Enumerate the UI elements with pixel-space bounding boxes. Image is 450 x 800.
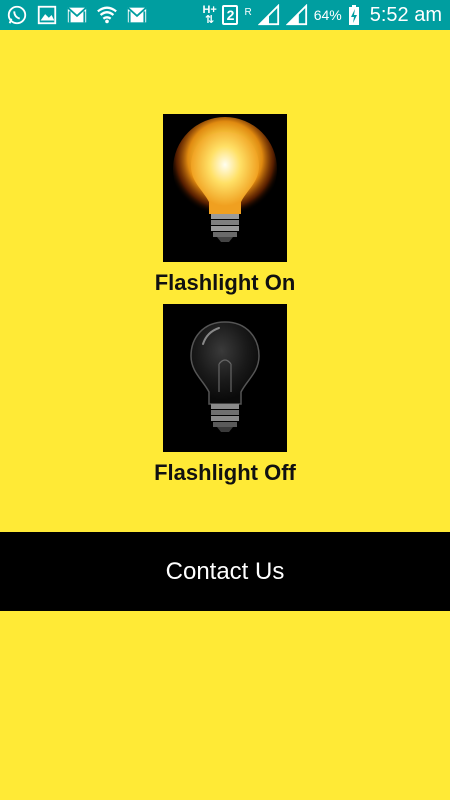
signal-icon xyxy=(285,4,308,26)
sim-slot-badge: 2 xyxy=(222,5,239,25)
unlit-bulb-icon xyxy=(190,321,260,432)
battery-percent: 64% xyxy=(313,7,342,23)
contact-us-button[interactable]: Contact Us xyxy=(0,532,450,611)
lit-bulb-icon xyxy=(173,117,277,242)
clock: 5:52 am xyxy=(369,3,442,26)
notification-icons xyxy=(0,4,148,26)
signal-icon xyxy=(257,4,280,26)
flashlight-on-button[interactable] xyxy=(163,114,287,262)
wifi-icon xyxy=(96,4,118,26)
network-type: H+ ⇅ xyxy=(202,4,217,26)
flashlight-off-button[interactable] xyxy=(163,304,287,452)
system-icons: H+ ⇅ 2 R 64% 5:52 am xyxy=(202,4,450,27)
battery-charging-icon xyxy=(348,4,360,26)
roaming-indicator: R xyxy=(244,6,252,18)
contact-us-label: Contact Us xyxy=(165,557,285,585)
gmail-icon xyxy=(126,4,148,26)
gallery-icon xyxy=(36,4,58,26)
flashlight-off-label: Flashlight Off xyxy=(154,460,296,485)
gmail-icon xyxy=(66,4,88,26)
flashlight-on-label: Flashlight On xyxy=(154,270,296,295)
status-bar: H+ ⇅ 2 R 64% 5:52 am xyxy=(0,0,450,30)
whatsapp-icon xyxy=(6,4,28,26)
